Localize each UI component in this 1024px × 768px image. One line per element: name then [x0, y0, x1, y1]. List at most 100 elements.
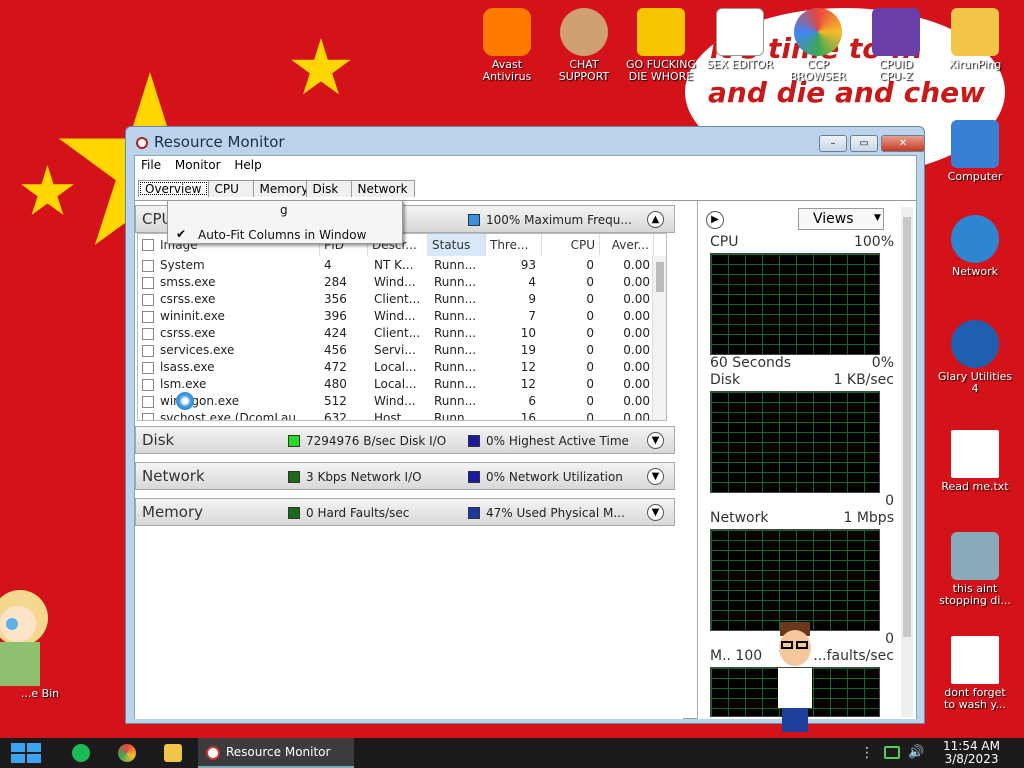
table-scrollbar[interactable] [652, 256, 666, 420]
network-util-stat: 0% Network Utilization [486, 470, 623, 484]
row-checkbox[interactable] [142, 413, 154, 420]
select-all-checkbox[interactable] [142, 239, 154, 251]
text-file-icon [951, 430, 999, 478]
table-row[interactable]: lsass.exe 472 Local... Runn... 12 0 0.00 [138, 360, 666, 377]
desktop-icon-die[interactable]: GO FUCKING DIE WHORE [623, 8, 699, 83]
tab-network[interactable]: Network [350, 180, 415, 197]
table-row[interactable]: wininit.exe 396 Wind... Runn... 7 0 0.00 [138, 309, 666, 326]
taskbar-clock[interactable]: 11:54 AM 3/8/2023 [943, 740, 1000, 766]
scrollbar-thumb[interactable] [903, 217, 911, 637]
desktop-icon-browser[interactable]: CCP BROWSER [780, 8, 856, 83]
volume-tray-icon[interactable]: 🔊 [908, 745, 924, 760]
hxd-icon [716, 8, 764, 56]
tab-disk[interactable]: Disk [305, 180, 352, 197]
cell-threads: 10 [520, 326, 536, 340]
close-button[interactable]: ✕ [881, 135, 925, 152]
desktop-icon-glary[interactable]: Glary Utilities 4 [937, 320, 1013, 395]
views-dropdown[interactable]: Views [798, 208, 884, 230]
row-checkbox[interactable] [142, 294, 154, 306]
tab-overview[interactable]: Overview [138, 180, 209, 197]
maximize-button[interactable]: ▭ [850, 135, 878, 152]
disk-section-header[interactable]: Disk 7294976 B/sec Disk I/O 0% Highest A… [135, 426, 675, 454]
cell-status: Runn... [434, 411, 477, 421]
desktop-icon-xirunping[interactable]: XirunPing [937, 8, 1013, 71]
network-graph [710, 529, 880, 631]
cell-avg: 0.00 [623, 360, 650, 374]
desktop-icon-cpuz[interactable]: CPUID CPU-Z [858, 8, 934, 83]
table-row[interactable]: lsm.exe 480 Local... Runn... 12 0 0.00 [138, 377, 666, 394]
expand-chevron-icon[interactable]: ▼ [647, 432, 664, 449]
memory-section-title: Memory [142, 503, 204, 521]
tab-strip: Overview CPU Memory Disk Network [138, 180, 415, 200]
desktop-icon-installer[interactable]: this aint stopping di... [937, 532, 1013, 607]
column-header-status[interactable]: Status [428, 234, 486, 256]
desktop-icon-network[interactable]: Network [937, 215, 1013, 278]
desktop-icon-calendar-file[interactable]: dont forget to wash y... [937, 636, 1013, 711]
spotify-icon[interactable] [72, 744, 90, 762]
row-checkbox[interactable] [142, 328, 154, 340]
scrollbar-thumb[interactable] [656, 262, 664, 292]
collapse-chevron-icon[interactable]: ▲ [647, 211, 664, 228]
memory-used-swatch [468, 507, 480, 519]
tab-memory[interactable]: Memory [252, 180, 308, 197]
menu-file[interactable]: File [141, 158, 161, 172]
row-checkbox[interactable] [142, 379, 154, 391]
expand-chevron-icon[interactable]: ▼ [647, 468, 664, 485]
expand-chevron-icon[interactable]: ▼ [647, 504, 664, 521]
tab-cpu[interactable]: CPU [207, 180, 254, 197]
clock-date: 3/8/2023 [944, 752, 999, 766]
expand-arrow-icon[interactable]: ▶ [706, 211, 724, 229]
taskbar-resource-monitor[interactable]: Resource Monitor [198, 738, 354, 768]
minimize-button[interactable]: – [819, 135, 847, 152]
column-header-cpu[interactable]: CPU [542, 234, 600, 256]
cell-pid: 632 [324, 411, 347, 421]
cell-avg: 0.00 [623, 275, 650, 289]
desktop-icon-readme[interactable]: Read me.txt [937, 430, 1013, 493]
cell-avg: 0.00 [623, 394, 650, 408]
table-row[interactable]: System 4 NT K... Runn... 93 0 0.00 [138, 258, 666, 275]
desktop-icon-computer[interactable]: Computer [937, 120, 1013, 183]
desktop-icon-hex-editor[interactable]: SEX EDITOR [702, 8, 778, 71]
menu-monitor[interactable]: Monitor [175, 158, 221, 172]
cell-threads: 19 [520, 343, 536, 357]
row-checkbox[interactable] [142, 362, 154, 374]
desktop-icon-avast[interactable]: Avast Antivirus [469, 8, 545, 83]
cell-desc: Client... [374, 292, 421, 306]
explorer-icon[interactable] [164, 744, 182, 762]
column-header-threads[interactable]: Thre... [486, 234, 542, 256]
row-checkbox[interactable] [142, 277, 154, 289]
tray-overflow-icon[interactable]: ⋮ [860, 745, 874, 761]
graph-pane-scrollbar[interactable] [901, 207, 913, 717]
network-io-swatch [288, 471, 300, 483]
row-checkbox[interactable] [142, 345, 154, 357]
desktop-icon-chat-support[interactable]: CHAT SUPPORT [546, 8, 622, 83]
memory-used-stat: 47% Used Physical M... [486, 506, 625, 520]
cpu-process-table: Image PID Descr... Status Thre... CPU Av… [137, 233, 667, 421]
table-row[interactable]: csrss.exe 356 Client... Runn... 9 0 0.00 [138, 292, 666, 309]
table-row[interactable]: smss.exe 284 Wind... Runn... 4 0 0.00 [138, 275, 666, 292]
network-tray-icon[interactable] [884, 746, 900, 759]
memory-section-header[interactable]: Memory 0 Hard Faults/sec 47% Used Physic… [135, 498, 675, 526]
row-checkbox[interactable] [142, 396, 154, 408]
network-io-stat: 3 Kbps Network I/O [306, 470, 422, 484]
disk-active-swatch [468, 435, 480, 447]
context-item-autofit[interactable]: Auto-Fit Columns in Window [198, 228, 366, 242]
table-row[interactable]: winlogon.exe 512 Wind... Runn... 6 0 0.00 [138, 394, 666, 411]
start-button[interactable] [10, 742, 42, 764]
context-item-partial[interactable]: g [280, 203, 288, 217]
avast-icon [483, 8, 531, 56]
disk-graph-label: Disk [710, 372, 741, 388]
cell-threads: 6 [528, 394, 536, 408]
row-checkbox[interactable] [142, 260, 154, 272]
network-section-header[interactable]: Network 3 Kbps Network I/O 0% Network Ut… [135, 462, 675, 490]
table-row[interactable]: services.exe 456 Servi... Runn... 19 0 0.00 [138, 343, 666, 360]
cell-image: smss.exe [160, 275, 216, 289]
menu-help[interactable]: Help [234, 158, 261, 172]
network-section-title: Network [142, 467, 205, 485]
row-checkbox[interactable] [142, 311, 154, 323]
dropdown-arrow-icon[interactable]: ▼ [874, 213, 881, 223]
table-row[interactable]: svchost.exe (DcomLau... 632 Host... Runn...… [138, 411, 666, 421]
table-row[interactable]: csrss.exe 424 Client... Runn... 10 0 0.00 [138, 326, 666, 343]
column-header-average-cpu[interactable]: Aver... [600, 234, 654, 256]
chrome-icon[interactable] [118, 744, 136, 762]
